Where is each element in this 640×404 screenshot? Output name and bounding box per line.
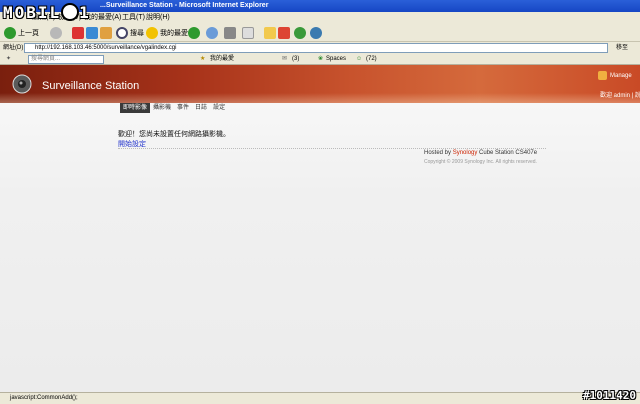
copyright: Copyright © 2009 Synology Inc. All right…	[424, 159, 537, 165]
search-button[interactable]: 搜尋	[116, 26, 144, 40]
refresh-button[interactable]	[86, 26, 100, 40]
app-header-banner: Surveillance Station Manage 歡迎 admin | 說	[0, 65, 640, 103]
favorites-star-icon: ★	[200, 56, 206, 62]
spaces-link[interactable]: Spaces	[326, 54, 346, 65]
msn-icon[interactable]: ✦	[6, 54, 11, 65]
user-greeting[interactable]: 歡迎 admin | 說	[600, 90, 640, 99]
address-input[interactable]: http://192.168.103.46:5000/surveillance/…	[24, 43, 608, 53]
search-label: 搜尋	[130, 30, 144, 37]
web-search-input[interactable]: 搜尋網頁...	[28, 55, 104, 64]
history-button[interactable]	[188, 26, 202, 40]
tab-events[interactable]: 事件	[174, 103, 192, 113]
document-icon	[242, 27, 254, 39]
tab-logs[interactable]: 日誌	[192, 103, 210, 113]
hosted-by: Hosted by Synology Cube Station CS407e	[424, 150, 537, 156]
refresh-icon	[86, 27, 98, 39]
favorites-button[interactable]: 我的最愛	[146, 26, 188, 40]
divider	[118, 148, 546, 149]
back-label: 上一頁	[18, 30, 39, 37]
forward-arrow-icon	[50, 27, 62, 39]
home-icon	[100, 27, 112, 39]
links-toolbar: ✦ 搜尋網頁... ★ 我的最愛 ✉ (3) ❀ Spaces ☺ (72)	[0, 54, 640, 65]
app-tabs: 即時影像 攝影機 事件 日誌 設定	[120, 103, 228, 113]
star-icon	[146, 27, 158, 39]
research-button[interactable]	[278, 26, 292, 40]
edit-button[interactable]	[242, 26, 256, 40]
links-favorites[interactable]: 我的最愛	[210, 54, 234, 65]
mail-small-icon: ✉	[282, 56, 288, 62]
stop-button[interactable]	[72, 26, 86, 40]
status-text: javascript:CommonAdd();	[10, 395, 78, 401]
window-title: ...Surveillance Station - Microsoft Inte…	[100, 2, 269, 9]
menu-help[interactable]: 說明(H)	[146, 12, 170, 24]
manage-icon	[598, 71, 607, 80]
go-button[interactable]: 移至	[616, 42, 628, 54]
mail-count[interactable]: (3)	[292, 54, 299, 65]
status-bar: javascript:CommonAdd();	[0, 392, 640, 404]
synology-brand[interactable]: Synology	[453, 150, 478, 156]
favorites-label: 我的最愛	[160, 30, 188, 37]
app-title: Surveillance Station	[42, 80, 140, 92]
hosted-prefix: Hosted by	[424, 150, 452, 156]
back-button[interactable]: 上一頁	[4, 26, 39, 40]
messenger-button[interactable]	[294, 26, 308, 40]
home-button[interactable]	[100, 26, 114, 40]
logo-e-icon	[61, 2, 80, 21]
history-icon	[188, 27, 200, 39]
msn-buddy-icon: ☺	[356, 56, 363, 62]
printer-icon	[224, 27, 236, 39]
manage-link[interactable]: Manage	[610, 73, 632, 79]
menu-tools[interactable]: 工具(T)	[122, 12, 145, 24]
browser-toolbar: 上一頁 搜尋 我的最愛	[0, 24, 640, 42]
page-content: Surveillance Station Manage 歡迎 admin | 說…	[0, 65, 640, 392]
tool-icon	[310, 27, 322, 39]
forward-button[interactable]	[50, 26, 64, 40]
tool-button[interactable]	[310, 26, 324, 40]
book-icon	[278, 27, 290, 39]
watermark: #1011420	[583, 389, 636, 402]
tab-live-view[interactable]: 即時影像	[120, 103, 151, 113]
welcome-message: 歡迎！您尚未設置任何網路攝影機。	[118, 131, 230, 138]
hosted-suffix: Cube Station CS407e	[479, 150, 538, 156]
msn-count[interactable]: (72)	[366, 54, 377, 65]
camera-icon	[12, 74, 32, 94]
back-arrow-icon	[4, 27, 16, 39]
mail-icon	[206, 27, 218, 39]
tab-cameras[interactable]: 攝影機	[150, 103, 174, 113]
address-label: 網址(D)	[3, 45, 24, 51]
address-bar: 網址(D) http://192.168.103.46:5000/surveil…	[0, 42, 640, 54]
stop-icon	[72, 27, 84, 39]
spaces-icon: ❀	[318, 56, 324, 62]
folder-icon	[264, 27, 276, 39]
mail-button[interactable]	[206, 26, 220, 40]
magnifier-icon	[116, 27, 128, 39]
tab-settings[interactable]: 設定	[210, 103, 228, 113]
mobile01-logo: MOBIL 1	[3, 2, 91, 22]
messenger-icon	[294, 27, 306, 39]
folder-button[interactable]	[264, 26, 278, 40]
print-button[interactable]	[224, 26, 238, 40]
